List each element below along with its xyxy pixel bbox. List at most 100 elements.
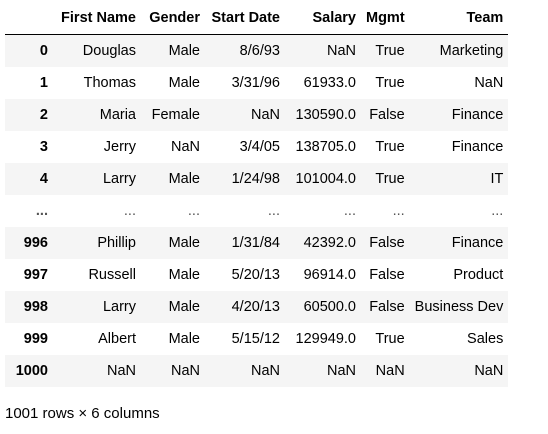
cell-start-date: 8/6/93	[239, 42, 280, 59]
cell-mgmt: True	[375, 74, 405, 91]
cell-team: Finance	[451, 138, 504, 155]
cell-gender: Male	[168, 170, 200, 187]
cell-first-name: Russell	[88, 266, 136, 283]
table-row: 2 Maria Female NaN 130590.0 False Financ…	[5, 98, 509, 131]
cell-mgmt: True	[375, 42, 405, 59]
row-index: 998	[23, 298, 48, 315]
cell-start-date: NaN	[250, 106, 280, 123]
cell-team: ...	[491, 202, 504, 219]
cell-gender: Female	[151, 106, 200, 123]
row-index: 999	[23, 330, 48, 347]
cell-start-date: 3/4/05	[239, 138, 280, 155]
cell-gender: Male	[168, 234, 200, 251]
row-index: 4	[39, 170, 48, 187]
table-row: 0 Douglas Male 8/6/93 NaN True Marketing	[5, 34, 509, 67]
table-row: 1000 NaN NaN NaN NaN NaN NaN	[5, 354, 509, 387]
cell-mgmt: False	[369, 298, 405, 315]
cell-gender: Male	[168, 330, 200, 347]
header-salary: Salary	[285, 2, 361, 35]
cell-gender: NaN	[170, 138, 200, 155]
cell-first-name: NaN	[106, 362, 136, 379]
cell-salary: NaN	[326, 362, 356, 379]
cell-team: Product	[453, 266, 504, 283]
row-index: 1000	[15, 362, 48, 379]
cell-salary: 42392.0	[303, 234, 356, 251]
cell-team: Marketing	[439, 42, 504, 59]
cell-gender: Male	[168, 298, 200, 315]
cell-first-name: Albert	[98, 330, 136, 347]
table-header: First Name Gender Start Date Salary Mgmt…	[5, 2, 509, 35]
cell-team: IT	[490, 170, 504, 187]
cell-start-date: 5/15/12	[231, 330, 280, 347]
cell-first-name: Maria	[99, 106, 136, 123]
cell-first-name: Phillip	[97, 234, 136, 251]
cell-team: Finance	[451, 106, 504, 123]
cell-start-date: 4/20/13	[231, 298, 280, 315]
table-body: 0 Douglas Male 8/6/93 NaN True Marketing…	[5, 34, 509, 387]
row-index: 997	[23, 266, 48, 283]
cell-gender: Male	[168, 266, 200, 283]
cell-team: Finance	[451, 234, 504, 251]
row-index: ...	[35, 202, 48, 219]
table-row: 1 Thomas Male 3/31/96 61933.0 True NaN	[5, 66, 509, 99]
header-gender: Gender	[141, 2, 205, 35]
cell-mgmt: ...	[392, 202, 405, 219]
dataframe-table: First Name Gender Start Date Salary Mgmt…	[5, 2, 509, 387]
cell-gender: NaN	[170, 362, 200, 379]
cell-first-name: Larry	[102, 298, 136, 315]
header-first-name: First Name	[53, 2, 141, 35]
cell-first-name: Thomas	[83, 74, 136, 91]
cell-gender: ...	[187, 202, 200, 219]
cell-mgmt: NaN	[375, 362, 405, 379]
cell-salary: NaN	[326, 42, 356, 59]
cell-mgmt: True	[375, 330, 405, 347]
cell-start-date: 1/24/98	[231, 170, 280, 187]
cell-mgmt: False	[369, 106, 405, 123]
cell-salary: 101004.0	[295, 170, 356, 187]
cell-start-date: 1/31/84	[231, 234, 280, 251]
row-index: 2	[39, 106, 48, 123]
cell-mgmt: True	[375, 170, 405, 187]
table-row: 4 Larry Male 1/24/98 101004.0 True IT	[5, 162, 509, 195]
cell-mgmt: True	[375, 138, 405, 155]
row-index: 1	[39, 74, 48, 91]
cell-gender: Male	[168, 74, 200, 91]
cell-start-date: NaN	[250, 362, 280, 379]
cell-salary: 130590.0	[295, 106, 356, 123]
cell-gender: Male	[168, 42, 200, 59]
header-start-date: Start Date	[205, 2, 285, 35]
cell-start-date: 5/20/13	[231, 266, 280, 283]
cell-salary: 129949.0	[295, 330, 356, 347]
row-index: 3	[39, 138, 48, 155]
cell-team: NaN	[474, 74, 504, 91]
cell-mgmt: False	[369, 266, 405, 283]
cell-start-date: ...	[267, 202, 280, 219]
table-row: 999 Albert Male 5/15/12 129949.0 True Sa…	[5, 322, 509, 355]
cell-team: Sales	[467, 330, 504, 347]
cell-mgmt: False	[369, 234, 405, 251]
header-team: Team	[409, 2, 509, 35]
dataframe-shape-label: 1001 rows × 6 columns	[5, 405, 160, 422]
header-mgmt: Mgmt	[361, 2, 410, 35]
row-index: 0	[39, 42, 48, 59]
cell-first-name: ...	[123, 202, 136, 219]
row-index: 996	[23, 234, 48, 251]
table-row: 997 Russell Male 5/20/13 96914.0 False P…	[5, 258, 509, 291]
cell-salary: 138705.0	[295, 138, 356, 155]
header-index	[5, 2, 53, 35]
cell-salary: 96914.0	[303, 266, 356, 283]
cell-first-name: Larry	[102, 170, 136, 187]
table-row: 3 Jerry NaN 3/4/05 138705.0 True Finance	[5, 130, 509, 163]
cell-start-date: 3/31/96	[231, 74, 280, 91]
cell-first-name: Douglas	[82, 42, 136, 59]
cell-salary: ...	[343, 202, 356, 219]
cell-team: NaN	[474, 362, 504, 379]
cell-team: Business Dev	[414, 298, 504, 315]
cell-salary: 60500.0	[303, 298, 356, 315]
table-row: 996 Phillip Male 1/31/84 42392.0 False F…	[5, 226, 509, 259]
cell-first-name: Jerry	[103, 138, 136, 155]
table-row: 998 Larry Male 4/20/13 60500.0 False Bus…	[5, 290, 509, 323]
ellipsis-row: ... ... ... ... ... ... ...	[5, 194, 509, 227]
header-row: First Name Gender Start Date Salary Mgmt…	[5, 2, 509, 35]
dataframe-output: First Name Gender Start Date Salary Mgmt…	[5, 2, 509, 387]
